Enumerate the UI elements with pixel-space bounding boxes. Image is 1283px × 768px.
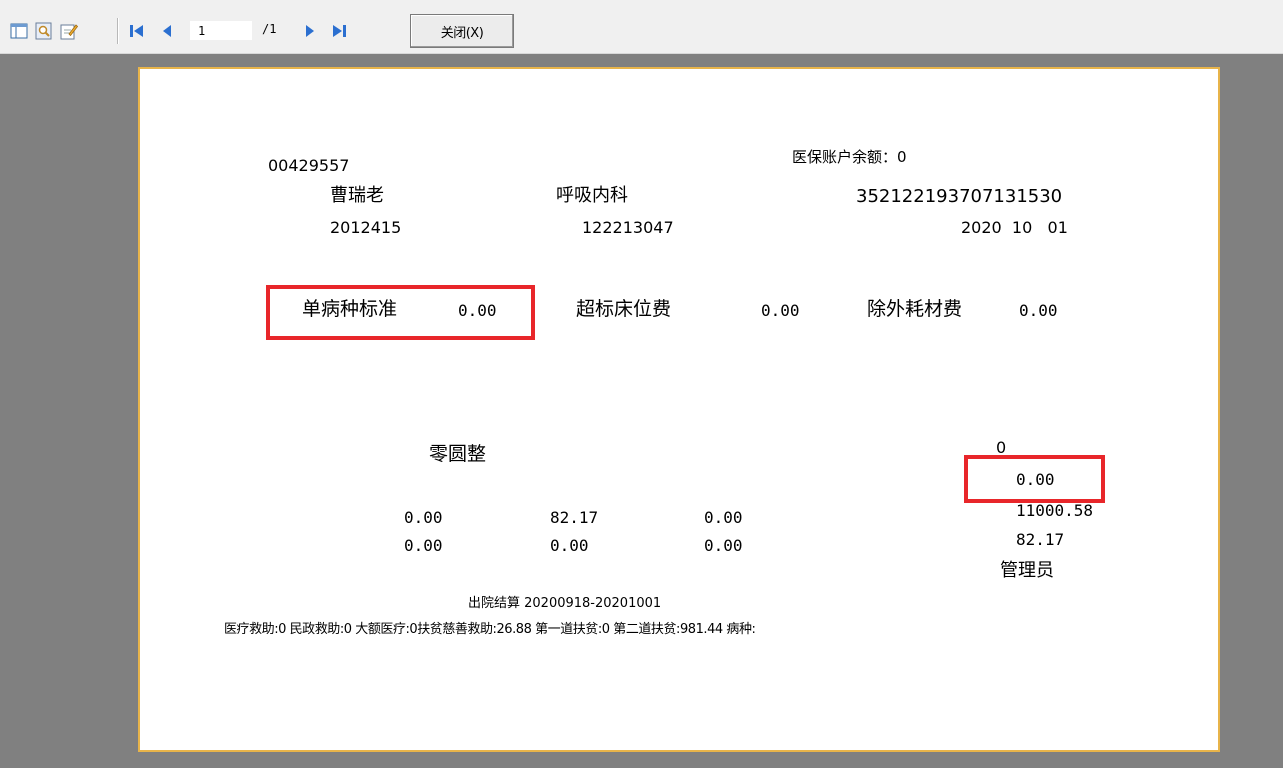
row1-value-1: 0.00	[404, 508, 443, 527]
over-bed-fee-value: 0.00	[761, 301, 800, 320]
single-disease-value: 0.00	[458, 301, 497, 320]
close-button[interactable]: 关闭(X)	[410, 14, 514, 48]
excluded-material-label: 除外耗材费	[867, 298, 963, 320]
insurance-number: 122213047	[582, 218, 674, 237]
last-page-icon[interactable]	[330, 22, 348, 40]
assistance-summary: 医疗救助:0 民政救助:0 大额医疗:0扶贫慈善救助:26.88 第一道扶贫:0…	[224, 622, 756, 637]
page-number-input[interactable]	[190, 21, 252, 40]
id-number: 352122193707131530	[856, 186, 1063, 207]
right-value-3: 11000.58	[1016, 501, 1094, 520]
row2-value-1: 0.00	[404, 536, 443, 555]
next-page-icon[interactable]	[301, 22, 319, 40]
right-value-2: 0.00	[1016, 470, 1055, 489]
admission-number: 2012415	[330, 218, 402, 237]
operator: 管理员	[1000, 560, 1054, 581]
single-disease-label: 单病种标准	[302, 298, 398, 320]
patient-id: 00429557	[268, 156, 350, 175]
settlement-period: 出院结算 20200918-20201001	[468, 596, 662, 611]
prev-page-icon[interactable]	[158, 22, 176, 40]
layout-icon[interactable]	[10, 22, 28, 40]
row1-value-3: 0.00	[704, 508, 743, 527]
right-value-1: 0	[996, 438, 1007, 457]
right-value-4: 82.17	[1016, 530, 1065, 549]
amount-in-words: 零圆整	[429, 443, 487, 465]
first-page-icon[interactable]	[128, 22, 146, 40]
account-balance: 医保账户余额：0	[792, 148, 907, 166]
report-page: 00429557 医保账户余额：0 曹瑞老 呼吸内科 3521221937071…	[138, 67, 1220, 752]
toolbar-separator	[117, 18, 119, 44]
page-total: /1	[262, 22, 277, 36]
search-icon[interactable]	[35, 22, 53, 40]
excluded-material-value: 0.00	[1019, 301, 1058, 320]
edit-icon[interactable]	[60, 22, 79, 40]
row2-value-3: 0.00	[704, 536, 743, 555]
patient-name: 曹瑞老	[330, 185, 384, 206]
department: 呼吸内科	[556, 185, 628, 206]
settlement-date: 2020 10 01	[961, 218, 1068, 237]
report-toolbar: /1 关闭(X)	[0, 0, 1283, 54]
row2-value-2: 0.00	[550, 536, 589, 555]
over-bed-fee-label: 超标床位费	[576, 298, 672, 320]
row1-value-2: 82.17	[550, 508, 599, 527]
